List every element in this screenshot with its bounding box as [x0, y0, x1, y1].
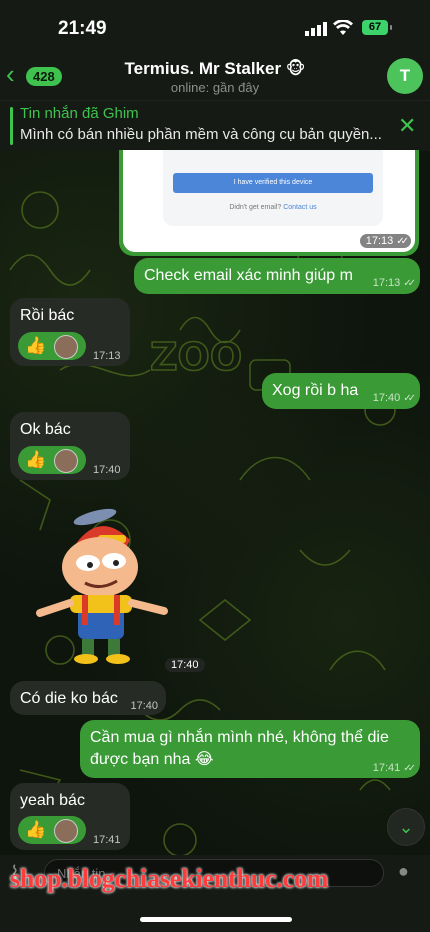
thumbs-up-icon: 👍 [25, 336, 47, 355]
chat-title[interactable]: Termius. Mr Stalker 🐵 [0, 59, 430, 79]
read-checks-icon: ✓✓ [403, 278, 416, 289]
pinned-indicator [10, 107, 13, 145]
message-text: Xog rồi b ha [272, 382, 359, 399]
thumbs-up-icon: 👍 [25, 450, 47, 469]
outgoing-message[interactable]: Check email xác minh giúp m 17:13 ✓✓ [134, 258, 420, 294]
time-text: 17:41 [372, 762, 401, 774]
outgoing-message[interactable]: Cần mua gì nhắn mình nhé, không thể die … [80, 720, 420, 778]
read-checks-icon: ✓✓ [403, 763, 416, 774]
read-checks-icon: ✓✓ [396, 236, 409, 247]
watermark-text: shop.blogchiasekienthuc.com [10, 864, 329, 893]
wifi-icon [333, 20, 353, 35]
cartoon-boy-sticker[interactable] [30, 505, 180, 670]
message-text: Có die ko bác [20, 690, 118, 707]
pinned-title: Tin nhắn đã Ghim [20, 105, 139, 122]
time-text: 17:13 [365, 235, 394, 247]
contact-avatar[interactable]: T [387, 58, 423, 94]
message-time: 17:13 ✓✓ [359, 234, 411, 248]
status-bar: 21:49 67 [0, 0, 430, 52]
reactor-avatar [54, 335, 78, 359]
incoming-message[interactable]: yeah bác 👍 17:41 [10, 783, 130, 850]
scroll-down-chevron-icon[interactable]: ⌄ [387, 808, 425, 846]
message-time: 17:13 ✓✓ [372, 273, 416, 294]
message-text: yeah bác [20, 792, 85, 809]
incoming-message[interactable]: Rồi bác 👍 17:13 [10, 298, 130, 366]
message-time: 17:40 ✓✓ [372, 388, 416, 409]
incoming-message[interactable]: Ok bác 👍 17:40 [10, 412, 130, 480]
reaction-chip[interactable]: 👍 [18, 446, 86, 474]
time-text: 17:13 [372, 277, 401, 289]
email-hint-text: Didn't get email? [229, 204, 282, 211]
signal-icon [305, 22, 327, 36]
message-text: Rồi bác [20, 307, 75, 324]
pinned-message-bar[interactable]: Tin nhắn đã Ghim Mình có bán nhiều phần … [0, 100, 430, 151]
microphone-icon[interactable]: ● [398, 861, 409, 882]
message-text: Check email xác minh giúp m [144, 267, 353, 284]
email-hint: Didn't get email? Contact us [163, 204, 383, 211]
screenshot-content: I have verified this device Didn't get e… [163, 150, 383, 226]
chat-header: ‹ 428 Termius. Mr Stalker 🐵 online: gần … [0, 52, 430, 100]
reactor-avatar [54, 449, 78, 473]
message-time: 17:41 [93, 834, 121, 846]
message-text-line-1: Cần mua gì nhắn mình nhé, không thể die [90, 729, 389, 746]
close-icon[interactable]: ✕ [398, 113, 416, 139]
read-checks-icon: ✓✓ [403, 393, 416, 404]
verified-device-button-image: I have verified this device [173, 173, 373, 193]
chat-status: online: gần đây [170, 80, 260, 95]
image-message[interactable]: I have verified this device Didn't get e… [119, 150, 419, 256]
thumbs-up-icon: 👍 [25, 820, 47, 839]
home-indicator[interactable] [140, 917, 292, 922]
message-text: Ok bác [20, 421, 71, 438]
incoming-message[interactable]: Có die ko bác 17:40 [10, 681, 166, 715]
reaction-chip[interactable]: 👍 [18, 332, 86, 360]
outgoing-message[interactable]: Xog rồi b ha 17:40 ✓✓ [262, 373, 420, 409]
message-time: 17:40 [93, 464, 121, 476]
pinned-text: Mình có bán nhiều phần mềm và công cụ bả… [20, 126, 382, 143]
message-time: 17:13 [93, 350, 121, 362]
reactor-avatar [54, 819, 78, 843]
message-text-line-2: được bạn nha 😂 [90, 751, 214, 768]
contact-link-text: Contact us [283, 204, 317, 211]
battery-indicator: 67 [362, 20, 392, 35]
reaction-chip[interactable]: 👍 [18, 816, 86, 844]
time-text: 17:40 [372, 392, 401, 404]
message-time: 17:40 [165, 658, 205, 672]
svg-text:ZOO: ZOO [150, 335, 242, 379]
message-time: 17:41 ✓✓ [372, 758, 416, 779]
message-time: 17:40 [130, 700, 158, 712]
clock: 21:49 [58, 18, 107, 39]
